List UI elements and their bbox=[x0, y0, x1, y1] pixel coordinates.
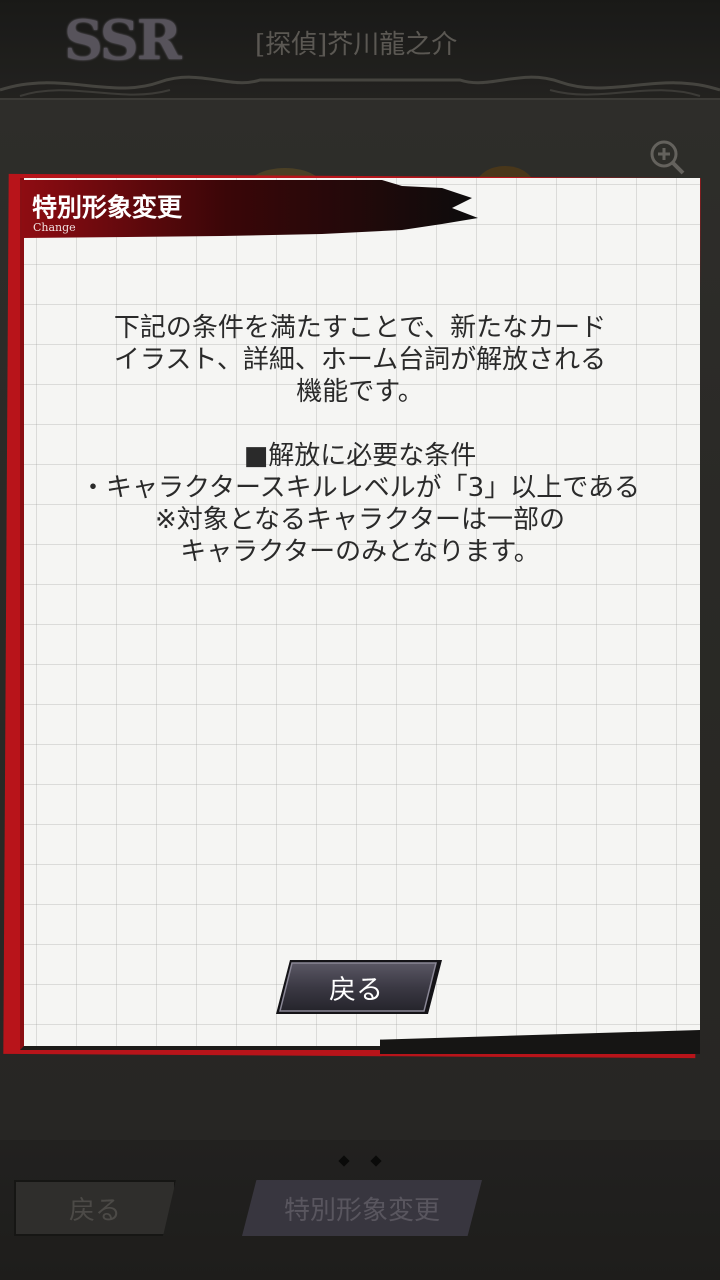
body-line: 機能です。 bbox=[296, 377, 424, 407]
body-line: イラスト、詳細、ホーム台詞が解放される bbox=[113, 345, 607, 375]
condition-heading: ■解放に必要な条件 bbox=[243, 441, 477, 471]
modal-back-label: 戻る bbox=[329, 974, 383, 1006]
condition-item: ・キャラクタースキルレベルが「3」以上である bbox=[80, 473, 640, 503]
modal-back-button[interactable]: 戻る bbox=[276, 958, 442, 1016]
body-line: 下記の条件を満たすことで、新たなカード bbox=[113, 313, 607, 343]
modal-title: 特別形象変更 bbox=[32, 193, 183, 222]
modal-dialog bbox=[20, 178, 700, 1050]
condition-note: キャラクターのみとなります。 bbox=[180, 537, 540, 567]
modal-subtitle: Change bbox=[33, 221, 76, 234]
condition-note: ※対象となるキャラクターは一部の bbox=[155, 505, 565, 535]
modal-body: 下記の条件を満たすことで、新たなカード イラスト、詳細、ホーム台詞が解放される … bbox=[60, 312, 660, 568]
